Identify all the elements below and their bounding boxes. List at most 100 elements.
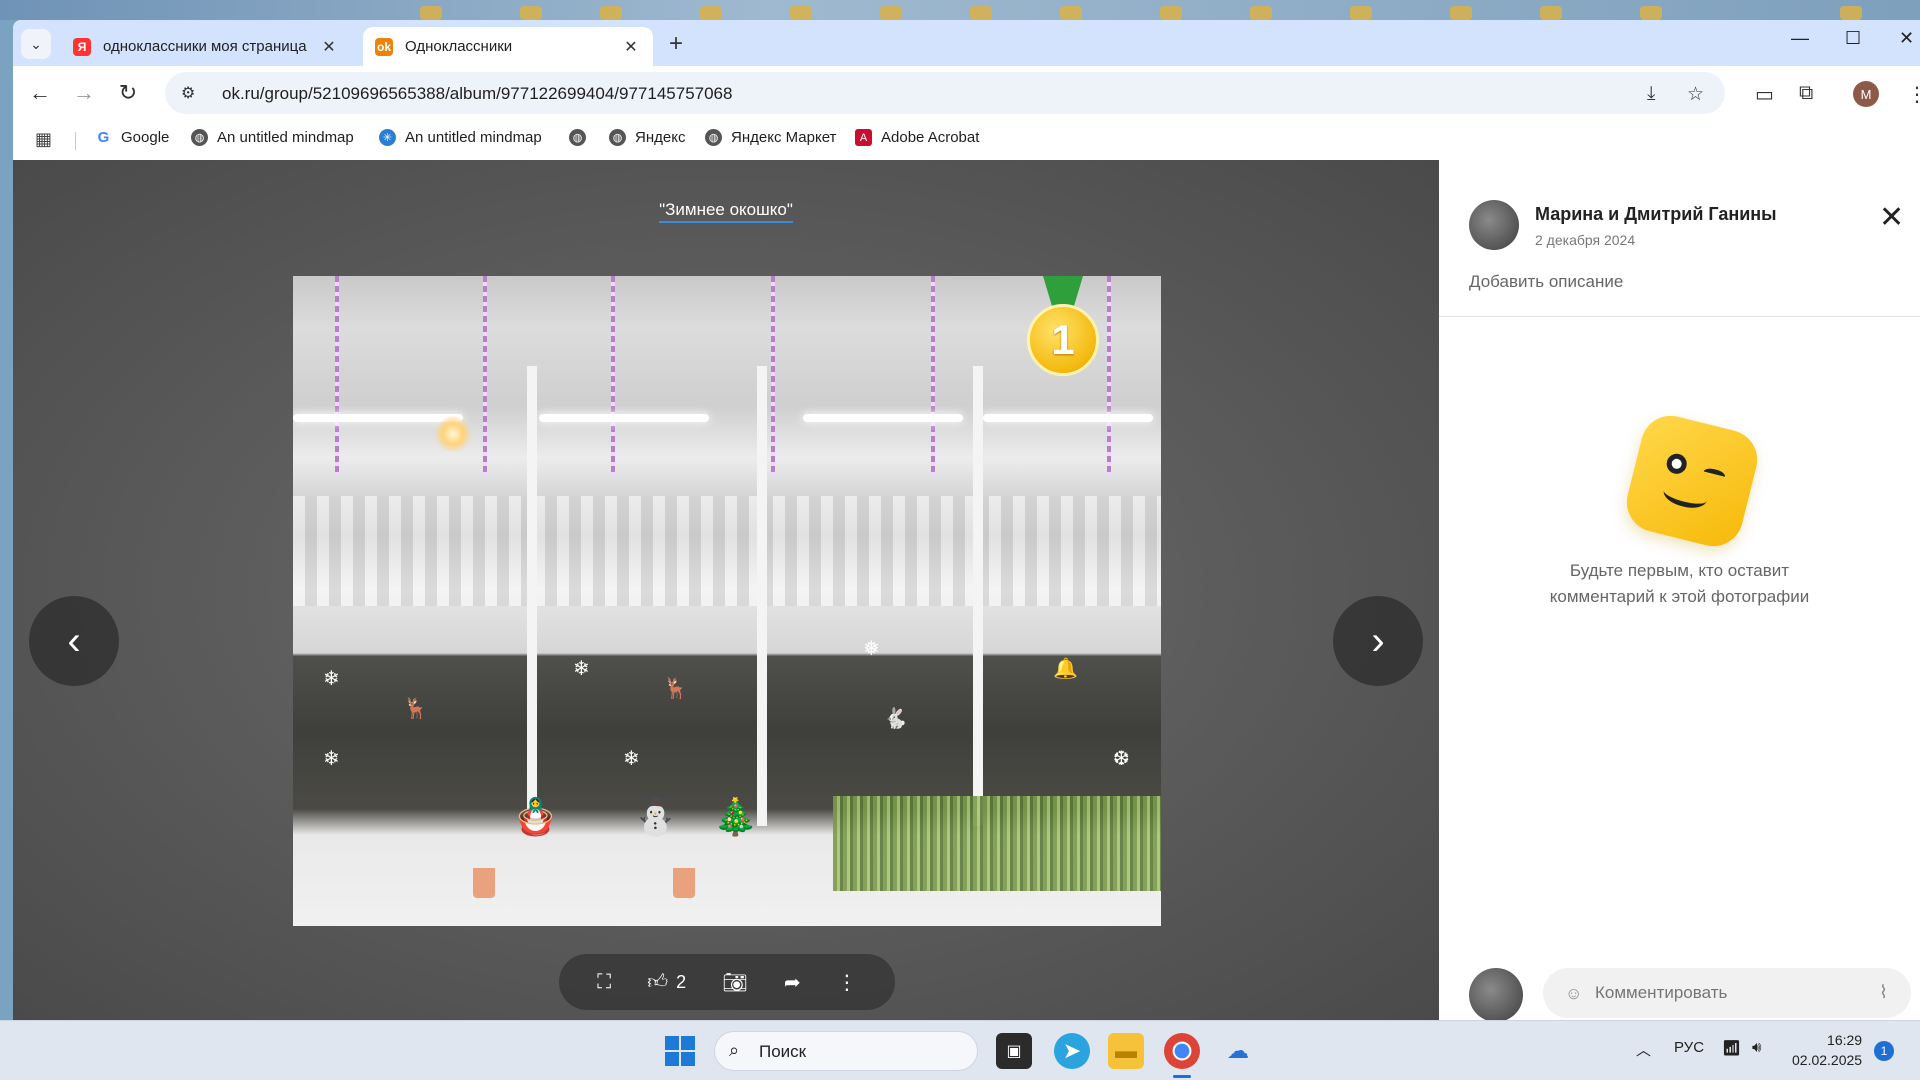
reload-button[interactable]: ↻ bbox=[111, 76, 145, 110]
ok-icon: ok bbox=[375, 37, 393, 56]
like-button[interactable]: 👍︎ 2 bbox=[647, 970, 686, 994]
forward-button[interactable]: → bbox=[67, 76, 101, 110]
author-name[interactable]: Марина и Дмитрий Ганины bbox=[1535, 204, 1777, 225]
active-app-indicator bbox=[1173, 1075, 1191, 1078]
close-icon[interactable]: ✕ bbox=[621, 37, 641, 57]
task-view-icon[interactable]: ▣ bbox=[996, 1033, 1032, 1069]
first-place-medal: 1 bbox=[1023, 276, 1103, 386]
volume-icon[interactable]: 🔊︎ bbox=[1752, 1039, 1761, 1056]
show-hidden-icons[interactable]: ︿ bbox=[1636, 1039, 1651, 1060]
tab-search-button[interactable]: ⌄ bbox=[21, 29, 51, 59]
bookmarks-bar: ▦ G Google ◍ An untitled mindmap ✳ An un… bbox=[13, 120, 1920, 160]
snowflake-sticker: ❄ bbox=[323, 748, 340, 770]
file-explorer-icon[interactable]: ▬ bbox=[1108, 1033, 1144, 1069]
album-title-wrap: "Зимнее окошко" bbox=[13, 200, 1439, 223]
bells-sticker: 🔔 bbox=[1053, 658, 1078, 680]
site-info-icon[interactable]: ⚙ bbox=[181, 83, 195, 103]
clock-time: 16:29 bbox=[1827, 1032, 1863, 1048]
address-bar[interactable]: ⚙ ok.ru/group/52109696565388/album/97712… bbox=[165, 72, 1725, 114]
extensions-icon[interactable]: ⧉ bbox=[1799, 82, 1813, 105]
doll-figure: 🪆 bbox=[513, 796, 558, 837]
bookmark-mindmap-1[interactable]: ◍ An untitled mindmap bbox=[191, 129, 354, 146]
bookmark-label: Google bbox=[121, 129, 170, 146]
clock-date: 02.02.2025 bbox=[1792, 1052, 1863, 1068]
bookmark-yandex-market[interactable]: ◍ Яндекс Маркет bbox=[705, 129, 836, 146]
lace-curtain bbox=[293, 496, 1161, 606]
author-avatar[interactable] bbox=[1469, 200, 1519, 250]
close-icon[interactable]: ✕ bbox=[319, 37, 339, 57]
bookmark-mindmap-2[interactable]: ✳ An untitled mindmap bbox=[379, 129, 542, 146]
bookmark-unnamed[interactable]: ◍ bbox=[569, 129, 595, 146]
new-tab-button[interactable]: + bbox=[669, 30, 683, 58]
tab-title: одноклассники моя страница bbox=[103, 38, 307, 55]
comment-input[interactable] bbox=[1595, 980, 1865, 1006]
tinsel-decoration bbox=[1107, 276, 1111, 476]
bookmark-adobe-acrobat[interactable]: A Adobe Acrobat bbox=[855, 129, 979, 146]
chrome-icon[interactable] bbox=[1164, 1033, 1200, 1069]
url-text: ok.ru/group/52109696565388/album/9771226… bbox=[222, 84, 733, 103]
close-viewer-icon[interactable]: ✕ bbox=[1879, 200, 1904, 235]
search-icon: ⌕ bbox=[729, 1040, 740, 1060]
browser-toolbar: ← → ↻ ⚙ ok.ru/group/52109696565388/album… bbox=[13, 66, 1920, 120]
camera-icon[interactable]: 📷︎ bbox=[722, 970, 747, 995]
album-title-link[interactable]: "Зимнее окошко" bbox=[659, 200, 793, 223]
notification-badge[interactable]: 1 bbox=[1874, 1041, 1894, 1061]
install-app-icon[interactable]: ⤓ bbox=[1647, 83, 1655, 105]
menu-icon[interactable]: ⋮ bbox=[1907, 82, 1920, 107]
tinsel-decoration bbox=[931, 276, 935, 476]
tab-odnoklassniki[interactable]: ok Одноклассники ✕ bbox=[363, 27, 653, 66]
previous-photo-button[interactable]: ‹ bbox=[29, 596, 119, 686]
next-photo-button[interactable]: › bbox=[1333, 596, 1423, 686]
photo-date: 2 декабря 2024 bbox=[1535, 232, 1636, 248]
bookmark-google[interactable]: G Google bbox=[95, 129, 169, 146]
winking-emoji-icon bbox=[1620, 409, 1764, 553]
snowman-figure: ⛄ bbox=[633, 796, 678, 837]
apps-grid-icon[interactable]: ▦ bbox=[35, 129, 52, 150]
window-frame bbox=[757, 366, 767, 826]
minimize-button[interactable]: — bbox=[1791, 28, 1809, 49]
emoji-picker-icon[interactable]: ☺ bbox=[1565, 984, 1582, 1004]
tab-title: Одноклассники bbox=[405, 38, 513, 55]
thumbs-up-icon: 👍︎ bbox=[647, 971, 669, 993]
start-button[interactable] bbox=[662, 1033, 698, 1069]
window-frame bbox=[973, 366, 983, 826]
acrobat-icon: A bbox=[855, 129, 872, 146]
christmas-tree-figure: 🎄 bbox=[713, 796, 758, 837]
language-indicator[interactable]: РУС bbox=[1674, 1039, 1704, 1056]
bookmark-yandex[interactable]: ◍ Яндекс bbox=[609, 129, 685, 146]
windows-logo-icon bbox=[665, 1036, 695, 1066]
photo-side-panel: Марина и Дмитрий Ганины 2 декабря 2024 ✕… bbox=[1439, 160, 1920, 1020]
maximize-button[interactable]: ☐ bbox=[1845, 28, 1861, 49]
mindmap-icon: ✳ bbox=[379, 129, 396, 146]
page-content: "Зимнее окошко" ❄ 🦌 ❄ 🦌 ❅ 🐇 🔔 ❆ ❄ ❄ 🪆 ⛄ … bbox=[13, 160, 1920, 1020]
deer-sticker: 🦌 bbox=[663, 678, 688, 700]
globe-icon: ◍ bbox=[705, 129, 722, 146]
empty-message-line: Будьте первым, кто оставит bbox=[1569, 561, 1790, 580]
back-button[interactable]: ← bbox=[23, 76, 57, 110]
taskbar-search[interactable]: ⌕ Поиск bbox=[714, 1031, 978, 1071]
cast-icon[interactable]: ▭ bbox=[1755, 82, 1774, 107]
photo-viewer: "Зимнее окошко" ❄ 🦌 ❄ 🦌 ❅ 🐇 🔔 ❆ ❄ ❄ 🪆 ⛄ … bbox=[13, 160, 1439, 1020]
clock[interactable]: 16:29 02.02.2025 bbox=[1792, 1030, 1862, 1070]
browser-window: ⌄ Я одноклассники моя страница ✕ ok Одно… bbox=[13, 20, 1920, 1020]
share-icon[interactable]: ➦ bbox=[784, 970, 801, 995]
edge-like-app-icon[interactable]: ☁ bbox=[1220, 1033, 1256, 1069]
globe-icon: ◍ bbox=[569, 129, 586, 146]
profile-avatar[interactable]: M bbox=[1853, 81, 1879, 107]
empty-message-line: комментарий к этой фотографии bbox=[1549, 587, 1810, 606]
snowflake-sticker: ❄ bbox=[573, 658, 590, 680]
wifi-icon[interactable]: 📶︎ bbox=[1722, 1039, 1741, 1057]
bookmark-label: An untitled mindmap bbox=[217, 129, 354, 146]
flower-pot bbox=[673, 868, 695, 898]
windows-taskbar: ⌕ Поиск ▣ ➤ ▬ ☁ ︿ РУС 📶︎ 🔊︎ 16:29 02.02.… bbox=[0, 1020, 1920, 1080]
add-description-link[interactable]: Добавить описание bbox=[1469, 272, 1623, 292]
tab-odnoklassniki-search[interactable]: Я одноклассники моя страница ✕ bbox=[61, 27, 351, 66]
window-close-button[interactable]: ✕ bbox=[1899, 28, 1914, 49]
tinsel-decoration bbox=[335, 276, 339, 476]
bookmark-star-icon[interactable]: ☆ bbox=[1687, 83, 1704, 106]
fullscreen-icon[interactable]: ⛶ bbox=[597, 971, 611, 994]
ceiling-lamp bbox=[293, 414, 463, 422]
telegram-icon[interactable]: ➤ bbox=[1054, 1033, 1090, 1069]
attach-icon[interactable]: ⌇ bbox=[1879, 982, 1888, 1003]
more-options-icon[interactable]: ⋮ bbox=[837, 970, 857, 995]
